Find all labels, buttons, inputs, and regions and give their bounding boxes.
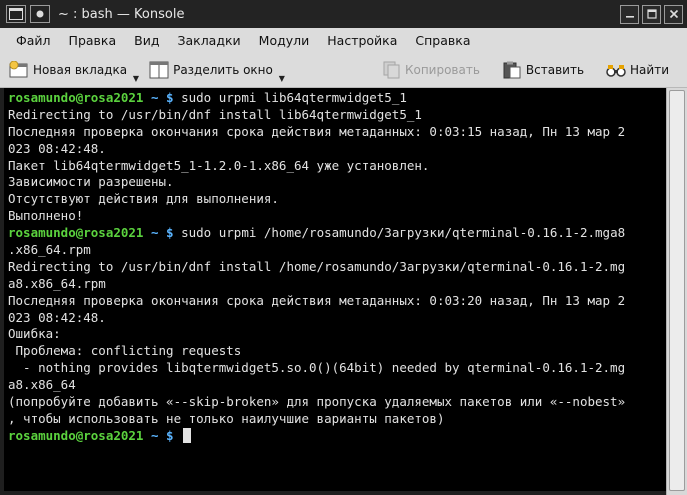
scrollbar[interactable] [666,88,687,495]
output-text: a8.x86_64 [8,377,76,393]
terminal-icon [9,8,23,20]
new-tab-button[interactable]: Новая вкладка ▼ [9,55,139,85]
terminal-line: Redirecting to /usr/bin/dnf install lib6… [8,107,662,124]
prompt-path-symbol: ~ $ [143,225,182,241]
menu-help[interactable]: Справка [406,28,479,53]
paste-icon [502,61,522,79]
split-view-button[interactable]: Разделить окно ▼ [149,55,285,85]
konsole-window: ~ : bash — Konsole Файл Правка Вид Закла… [0,0,687,495]
scrollbar-thumb[interactable] [669,90,685,491]
window-title: ~ : bash — Konsole [58,6,185,22]
menu-edit[interactable]: Правка [60,28,126,53]
text-cursor [183,427,192,443]
terminal-line: Выполнено! [8,208,662,225]
output-text: (попробуйте добавить «--skip-broken» для… [8,394,626,410]
close-button[interactable] [664,4,683,24]
window-menu-button[interactable] [6,5,26,23]
output-text: - nothing provides libqtermwidget5.so.0(… [8,360,626,376]
terminal-line: a8.x86_64.rpm [8,276,662,293]
prompt-user-host: rosamundo@rosa2021 [8,225,144,241]
terminal-line: Ошибка: [8,326,662,343]
prompt-user-host: rosamundo@rosa2021 [8,427,144,443]
terminal-line: Последняя проверка окончания срока дейст… [8,124,662,141]
split-view-icon [149,61,169,79]
output-text: Выполнено! [8,208,84,224]
maximize-button[interactable] [642,4,661,24]
menu-settings[interactable]: Настройка [318,28,406,53]
output-text: Ошибка: [8,326,61,342]
window-bottom-edge [0,491,666,495]
menu-plugins[interactable]: Модули [250,28,319,53]
prompt-path-symbol: ~ $ [143,90,182,105]
output-text: Проблема: conflicting requests [8,343,242,359]
terminal-line: 023 08:42:48. [8,141,662,158]
output-text: 023 08:42:48. [8,140,106,156]
output-text: Redirecting to /usr/bin/dnf install lib6… [8,106,422,122]
terminal-line: 023 08:42:48. [8,310,662,327]
menu-bookmarks[interactable]: Закладки [168,28,249,53]
prompt-user-host: rosamundo@rosa2021 [8,90,144,105]
window-controls [620,4,683,24]
new-tab-icon [9,60,29,79]
terminal-output[interactable]: rosamundo@rosa2021 ~ $ sudo urpmi lib64q… [4,88,666,491]
terminal-line: Зависимости разрешены. [8,174,662,191]
maximize-icon [646,9,657,19]
output-text: Пакет lib64qtermwidget5_1-1.2.0-1.x86_64… [8,157,430,173]
output-text: Последняя проверка окончания срока дейст… [8,292,626,308]
output-text: Последняя проверка окончания срока дейст… [8,123,626,139]
output-text: a8.x86_64.rpm [8,275,106,291]
output-text: .x86_64.rpm [8,242,91,258]
terminal-line: Проблема: conflicting requests [8,343,662,360]
terminal-line: .x86_64.rpm [8,242,662,259]
title-bar[interactable]: ~ : bash — Konsole [0,0,687,28]
terminal-line: rosamundo@rosa2021 ~ $ sudo urpmi lib64q… [8,90,662,107]
pin-button[interactable] [30,5,50,23]
prompt-path-symbol: ~ $ [143,427,182,443]
terminal-line: , чтобы использовать не только наилучшие… [8,411,662,428]
terminal-line: (попробуйте добавить «--skip-broken» для… [8,394,662,411]
terminal-line: a8.x86_64 [8,377,662,394]
dropdown-arrow-icon[interactable]: ▼ [133,74,139,83]
output-text: Зависимости разрешены. [8,174,174,190]
command-text: sudo urpmi /home/rosamundo/Загрузки/qter… [181,225,626,241]
menu-bar: Файл Правка Вид Закладки Модули Настройк… [0,28,687,53]
terminal-line: Последняя проверка окончания срока дейст… [8,293,662,310]
minimize-button[interactable] [620,4,639,24]
split-view-label: Разделить окно [173,63,273,77]
command-text: sudo urpmi lib64qtermwidget5_1 [181,90,407,105]
terminal-line: rosamundo@rosa2021 ~ $ sudo urpmi /home/… [8,225,662,242]
terminal-line: rosamundo@rosa2021 ~ $ [8,427,662,445]
minimize-icon [625,16,634,18]
find-icon [606,61,626,79]
output-text: 023 08:42:48. [8,309,106,325]
toolbar: Новая вкладка ▼ Разделить окно ▼ Копиров… [0,53,687,88]
terminal-line: Redirecting to /usr/bin/dnf install /hom… [8,259,662,276]
menu-file[interactable]: Файл [7,28,60,53]
paste-label: Вставить [525,63,585,77]
dropdown-arrow-icon[interactable]: ▼ [279,74,285,83]
copy-button[interactable]: Копировать [381,55,480,85]
terminal-line: Отсутствуют действия для выполнения. [8,191,662,208]
output-text: Redirecting to /usr/bin/dnf install /hom… [8,258,626,274]
copy-icon [381,61,401,79]
terminal-line: Пакет lib64qtermwidget5_1-1.2.0-1.x86_64… [8,158,662,175]
find-label: Найти [630,63,669,77]
paste-button[interactable]: Вставить [502,55,584,85]
output-text: Отсутствуют действия для выполнения. [8,191,279,207]
new-tab-label: Новая вкладка [33,63,128,77]
copy-label: Копировать [404,63,480,77]
terminal-line: - nothing provides libqtermwidget5.so.0(… [8,360,662,377]
pin-icon [36,10,44,18]
close-icon [669,9,678,19]
output-text: , чтобы использовать не только наилучшие… [8,410,445,426]
menu-view[interactable]: Вид [125,28,168,53]
find-button[interactable]: Найти [606,55,669,85]
